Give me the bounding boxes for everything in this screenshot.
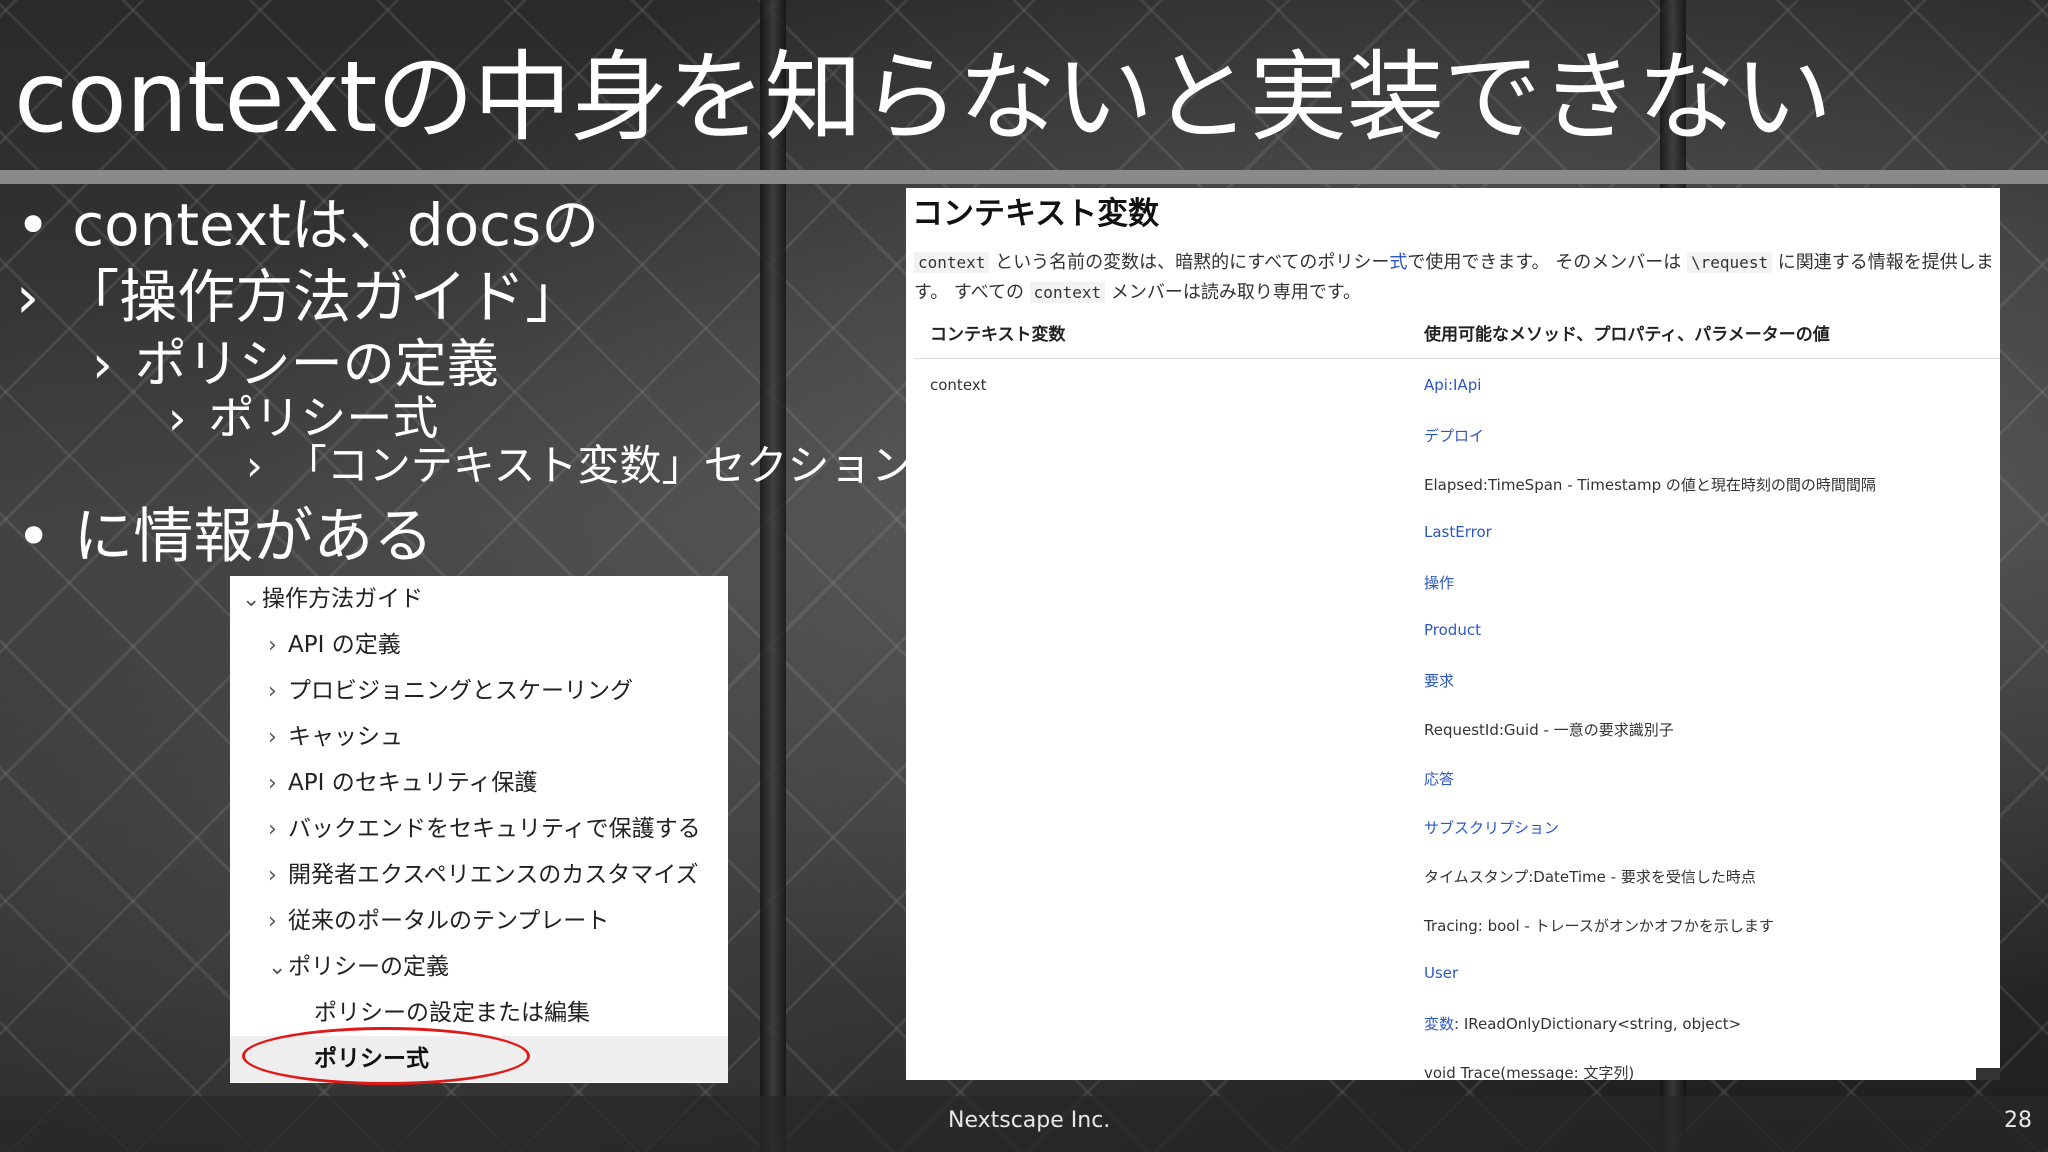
nav-item-label: 操作方法ガイド	[262, 586, 423, 612]
nav-item-legacy-portal[interactable]: › 従来のポータルのテンプレート	[230, 898, 728, 944]
docs-nav-tree: ⌄操作方法ガイド › API の定義 › プロビジョニングとスケーリング › キャッシ…	[230, 576, 728, 1083]
text: す。 すべての	[914, 282, 1030, 303]
chevron-right-icon: ›	[268, 633, 277, 658]
highlight-circle	[242, 1027, 530, 1085]
member-elapsed: Elapsed:TimeSpan - Timestamp の値と現在時刻の間の時…	[1424, 476, 1876, 494]
nav-item-api-definition[interactable]: › API の定義	[230, 622, 728, 668]
expressions-link[interactable]: 式	[1389, 252, 1407, 273]
member-product-link[interactable]: Product	[1424, 621, 1481, 639]
bullet-text: 「操作方法ガイド」	[61, 263, 584, 331]
text: に関連する情報を提供しま	[1772, 252, 1994, 273]
description-line-2: す。 すべての context メンバーは読み取り専用です。	[914, 278, 1361, 304]
description-line-1: context という名前の変数は、暗黙的にすべてのポリシー式で使用できます。 …	[914, 248, 1994, 274]
bullet-text: contextは、docsの	[72, 191, 600, 259]
chevron-down-icon: ⌄	[242, 587, 261, 612]
member-api-link[interactable]: Api:IApi	[1424, 376, 1481, 394]
variables-link[interactable]: 変数	[1424, 1015, 1454, 1033]
member-requestid: RequestId:Guid - 一意の要求識別子	[1424, 721, 1674, 739]
nav-item-api-security[interactable]: › API のセキュリティ保護	[230, 760, 728, 806]
nav-item-backend-security[interactable]: › バックエンドをセキュリティで保護する	[230, 806, 728, 852]
inline-code: context	[914, 252, 990, 273]
bullet-6: • に情報がある	[16, 488, 433, 575]
nav-item-set-policy[interactable]: ポリシーの設定または編集	[230, 990, 728, 1036]
member-trace: void Trace(message: 文字列)	[1424, 1064, 1635, 1080]
nav-item-cache[interactable]: › キャッシュ	[230, 714, 728, 760]
bullet-marker: ›	[246, 441, 263, 490]
nav-item-label: キャッシュ	[288, 724, 403, 750]
member-deployment-link[interactable]: デプロイ	[1424, 425, 1484, 446]
nav-item-label: API の定義	[288, 632, 401, 658]
member-text: : IReadOnlyDictionary<string, object>	[1454, 1015, 1742, 1033]
member-subscription-link[interactable]: サブスクリプション	[1424, 817, 1559, 838]
inline-code: context	[1029, 282, 1106, 303]
page-number: 28	[2004, 1108, 2032, 1133]
chevron-right-icon: ›	[268, 679, 277, 704]
member-operation-link[interactable]: 操作	[1424, 572, 1454, 593]
nav-item-howto[interactable]: ⌄操作方法ガイド	[230, 576, 728, 622]
table-divider	[914, 358, 2000, 359]
chevron-right-icon: ›	[268, 771, 277, 796]
chevron-right-icon: ›	[268, 909, 277, 934]
nav-item-policy-definition[interactable]: ⌄ポリシーの定義	[230, 944, 728, 990]
member-tracing: Tracing: bool - トレースがオンかオフかを示します	[1424, 917, 1774, 935]
bullet-marker: ›	[168, 391, 187, 445]
member-user-link[interactable]: User	[1424, 964, 1458, 982]
chevron-right-icon: ›	[268, 863, 277, 888]
member-response-link[interactable]: 応答	[1424, 768, 1454, 789]
nav-item-label: バックエンドをセキュリティで保護する	[288, 816, 701, 842]
chevron-right-icon: ›	[268, 817, 277, 842]
bullet-marker: ›	[92, 335, 113, 395]
inline-code: \request	[1687, 252, 1773, 273]
slide-title: contextの中身を知らないと実装できない	[14, 41, 1832, 155]
bullet-text: 「コンテキスト変数」セクション	[284, 441, 914, 490]
nav-item-label: ポリシーの定義	[288, 954, 449, 980]
nav-item-developer-experience[interactable]: › 開発者エクスペリエンスのカスタマイズ	[230, 852, 728, 898]
nav-item-provisioning[interactable]: › プロビジョニングとスケーリング	[230, 668, 728, 714]
bullet-text: に情報がある	[73, 502, 434, 572]
text: メンバーは読み取り専用です。	[1105, 282, 1362, 303]
table-header-variable: コンテキスト変数	[930, 325, 1066, 345]
footer-company: Nextscape Inc.	[948, 1108, 1111, 1133]
member-variables: 変数: IReadOnlyDictionary<string, object>	[1424, 1013, 1741, 1034]
bullet-5: › 「コンテキスト変数」セクション	[246, 432, 914, 493]
chevron-right-icon: ›	[268, 725, 277, 750]
nav-item-label: ポリシーの設定または編集	[314, 1000, 590, 1026]
bullet-marker: ›	[16, 263, 40, 331]
member-timestamp: タイムスタンプ:DateTime - 要求を受信した時点	[1424, 868, 1756, 886]
section-heading: コンテキスト変数	[912, 196, 1160, 232]
nav-item-label: 従来のポータルのテンプレート	[288, 908, 610, 934]
text: で使用できます。 そのメンバーは	[1407, 252, 1688, 273]
table-cell-variable: context	[930, 376, 987, 394]
chevron-down-icon: ⌄	[268, 955, 287, 980]
text: という名前の変数は、暗黙的にすべてのポリシー	[989, 252, 1390, 273]
scroll-corner	[1976, 1068, 2000, 1080]
nav-item-label: API のセキュリティ保護	[288, 770, 538, 796]
nav-item-label: 開発者エクスペリエンスのカスタマイズ	[288, 862, 699, 888]
table-header-members: 使用可能なメソッド、プロパティ、パラメーターの値	[1424, 325, 1830, 345]
docs-context-variables: コンテキスト変数 context という名前の変数は、暗黙的にすべてのポリシー式…	[906, 188, 2000, 1080]
bullet-marker: •	[16, 191, 51, 259]
nav-item-label: プロビジョニングとスケーリング	[288, 678, 633, 704]
member-lasterror-link[interactable]: LastError	[1424, 523, 1492, 541]
bullet-marker: •	[16, 502, 52, 572]
member-request-link[interactable]: 要求	[1424, 670, 1454, 691]
